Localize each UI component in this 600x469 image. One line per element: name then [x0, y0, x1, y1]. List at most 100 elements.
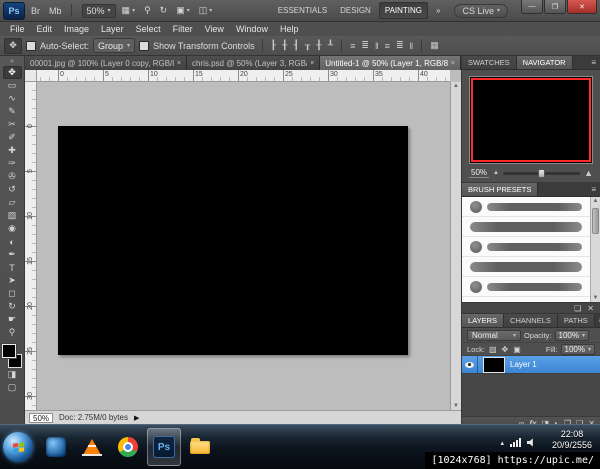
- layer-thumbnail[interactable]: [483, 357, 505, 373]
- mini-bridge-button[interactable]: Mb: [46, 4, 65, 18]
- zoom-field[interactable]: 50%: [29, 413, 53, 423]
- scroll-down-icon[interactable]: ▼: [593, 295, 599, 301]
- screen-mode-button[interactable]: ◫ ▾: [196, 3, 216, 18]
- opacity-value[interactable]: 100% ▾: [555, 330, 589, 341]
- zoom-tool-button[interactable]: ⚲: [141, 3, 154, 18]
- brush-scrollbar[interactable]: ▲ ▼: [590, 197, 600, 302]
- workspace-painting[interactable]: PAINTING: [379, 2, 428, 19]
- brush-tool[interactable]: ✑: [3, 157, 22, 170]
- screen-mode-toggle-icon[interactable]: ▢: [3, 381, 22, 394]
- show-transform-checkbox[interactable]: [139, 41, 149, 51]
- auto-select-dropdown[interactable]: Group ▾: [93, 38, 135, 53]
- distribute-hcenter-icon[interactable]: ≣: [395, 40, 405, 51]
- scrollbar-thumb[interactable]: [592, 208, 599, 234]
- view-extras-button[interactable]: ▦ ▾: [119, 3, 139, 18]
- menu-image[interactable]: Image: [58, 24, 95, 34]
- gradient-tool[interactable]: ▨: [3, 209, 22, 222]
- menu-edit[interactable]: Edit: [31, 24, 59, 34]
- visibility-toggle[interactable]: [462, 356, 478, 373]
- network-icon[interactable]: [510, 438, 521, 447]
- canvas-image[interactable]: [58, 126, 408, 355]
- document-tab-3[interactable]: Untitled-1 @ 50% (Layer 1, RGB/8) * ×: [320, 56, 461, 70]
- lock-all-icon[interactable]: ▣: [512, 345, 522, 354]
- canvas-viewport[interactable]: [37, 82, 450, 410]
- distribute-bottom-icon[interactable]: ‖: [374, 41, 380, 51]
- shape-tool[interactable]: ◻: [3, 287, 22, 300]
- navigator-proxy-view[interactable]: [471, 78, 591, 162]
- close-button[interactable]: ✕: [567, 0, 597, 14]
- delete-brush-icon[interactable]: ✕: [587, 304, 594, 313]
- align-left-icon[interactable]: ┠: [270, 40, 277, 51]
- workspace-overflow-icon[interactable]: »: [431, 3, 445, 18]
- distribute-right-icon[interactable]: ‖: [408, 41, 414, 51]
- distribute-top-icon[interactable]: ≡: [349, 41, 356, 51]
- close-tab-icon[interactable]: ×: [310, 60, 314, 67]
- healing-brush-tool[interactable]: ✚: [3, 144, 22, 157]
- brush-preset[interactable]: [462, 197, 590, 217]
- menu-file[interactable]: File: [4, 24, 31, 34]
- menu-filter[interactable]: Filter: [167, 24, 199, 34]
- dodge-tool[interactable]: ◐: [3, 235, 22, 248]
- align-hcenter-icon[interactable]: ╂: [281, 40, 288, 51]
- move-tool[interactable]: ✥: [3, 66, 22, 79]
- lock-position-icon[interactable]: ✥: [501, 345, 510, 354]
- zoom-out-icon[interactable]: ▲: [493, 170, 499, 176]
- taskbar-vlc[interactable]: [75, 428, 109, 466]
- align-vcenter-icon[interactable]: ╂: [315, 40, 322, 51]
- document-tab-2[interactable]: chris.psd @ 50% (Layer 3, RGB/... ×: [187, 56, 320, 70]
- auto-select-checkbox[interactable]: [26, 41, 36, 51]
- brush-preset[interactable]: [462, 217, 590, 237]
- type-tool[interactable]: T: [3, 261, 22, 274]
- rotate-view-button[interactable]: ↻: [157, 3, 171, 18]
- zoom-slider[interactable]: [503, 172, 580, 175]
- navigator-zoom-field[interactable]: 50%: [469, 168, 489, 178]
- distribute-left-icon[interactable]: ≡: [384, 41, 391, 51]
- zoom-tool[interactable]: ⚲: [3, 326, 22, 339]
- tab-layers[interactable]: LAYERS: [462, 314, 504, 327]
- collapse-tools-icon[interactable]: «: [10, 57, 14, 66]
- fill-value[interactable]: 100% ▾: [561, 344, 595, 355]
- start-button[interactable]: [3, 432, 33, 462]
- quick-selection-tool[interactable]: ✎: [3, 105, 22, 118]
- layer-name[interactable]: Layer 1: [510, 360, 537, 369]
- align-top-icon[interactable]: ┰: [304, 40, 311, 51]
- distribute-vcenter-icon[interactable]: ≣: [360, 40, 370, 51]
- menu-layer[interactable]: Layer: [95, 24, 130, 34]
- menu-help[interactable]: Help: [274, 24, 305, 34]
- brush-preset[interactable]: [462, 257, 590, 277]
- zoom-slider-thumb[interactable]: [538, 169, 545, 178]
- foreground-color-swatch[interactable]: [2, 344, 16, 358]
- workspace-essentials[interactable]: ESSENTIALS: [273, 3, 332, 18]
- new-brush-icon[interactable]: ❏: [574, 304, 581, 313]
- align-right-icon[interactable]: ┨: [292, 40, 299, 51]
- path-selection-tool[interactable]: ➤: [3, 274, 22, 287]
- tab-navigator[interactable]: NAVIGATOR: [517, 56, 573, 69]
- pen-tool[interactable]: ✒: [3, 248, 22, 261]
- align-bottom-icon[interactable]: ┸: [327, 40, 334, 51]
- brush-preset[interactable]: [462, 277, 590, 297]
- scroll-down-icon[interactable]: ▼: [453, 403, 459, 409]
- history-brush-tool[interactable]: ↺: [3, 183, 22, 196]
- taskbar-photoshop[interactable]: Ps: [147, 428, 181, 466]
- scroll-up-icon[interactable]: ▲: [453, 83, 459, 89]
- menu-window[interactable]: Window: [230, 24, 274, 34]
- lasso-tool[interactable]: ∿: [3, 92, 22, 105]
- taskbar-clock[interactable]: 22:08 20/9/2556: [552, 429, 592, 451]
- panel-menu-icon[interactable]: ≡: [587, 56, 600, 69]
- taskbar-explorer[interactable]: [183, 428, 217, 466]
- eyedropper-tool[interactable]: ✐: [3, 131, 22, 144]
- clone-stamp-tool[interactable]: ✇: [3, 170, 22, 183]
- close-tab-icon[interactable]: ×: [451, 60, 455, 67]
- restore-button[interactable]: ❐: [544, 0, 566, 14]
- cs-live-button[interactable]: CS Live ▾: [454, 4, 508, 18]
- zoom-level-dropdown[interactable]: 50% ▾: [82, 4, 116, 18]
- workspace-design[interactable]: DESIGN: [335, 3, 376, 18]
- lock-transparency-icon[interactable]: ▨: [488, 345, 498, 354]
- panel-menu-icon[interactable]: ≡: [595, 314, 600, 327]
- menu-view[interactable]: View: [199, 24, 230, 34]
- status-flyout-icon[interactable]: ▶: [134, 414, 139, 422]
- rotate-view-tool[interactable]: ↻: [3, 300, 22, 313]
- scroll-up-icon[interactable]: ▲: [593, 198, 599, 204]
- tab-paths[interactable]: PATHS: [558, 314, 595, 327]
- layer-row[interactable]: Layer 1: [462, 356, 600, 374]
